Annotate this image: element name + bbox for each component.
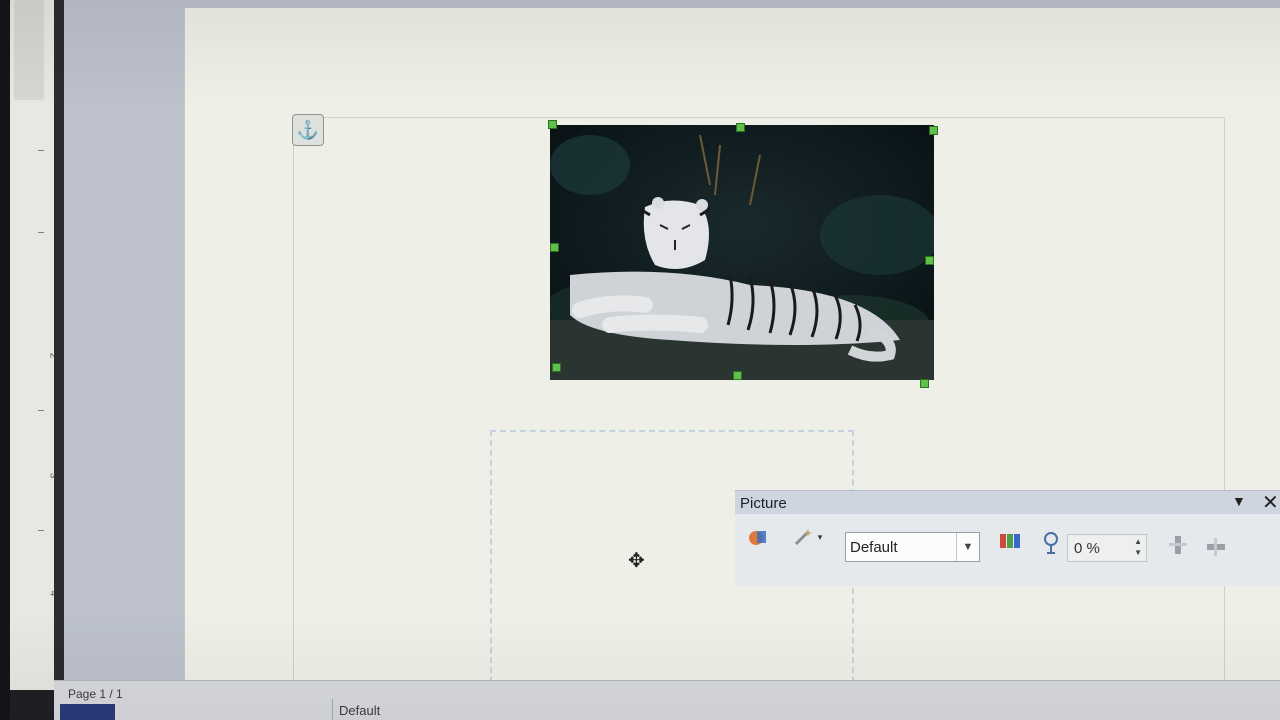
resize-handle-top-right[interactable] [929, 126, 938, 135]
transparency-icon[interactable] [1041, 530, 1061, 556]
selected-picture[interactable] [548, 120, 938, 388]
close-icon[interactable]: ✕ [1262, 490, 1279, 515]
move-cursor-icon: ✥ [628, 550, 645, 572]
flip-vertical-icon[interactable] [1165, 532, 1191, 558]
ruler-scroll-thumb[interactable] [14, 0, 44, 100]
graphics-mode-dropdown[interactable]: Default ▼ [845, 532, 980, 562]
transparency-value: 0 % [1074, 540, 1100, 557]
tiger-image [550, 125, 934, 380]
spin-down-icon[interactable]: ▼ [1134, 548, 1142, 557]
spin-up-icon[interactable]: ▲ [1134, 537, 1142, 546]
ruler-tick [38, 410, 44, 411]
resize-handle-left[interactable] [550, 243, 559, 252]
vertical-ruler: 2 3 4 [10, 0, 58, 690]
resize-handle-top-left[interactable] [548, 120, 557, 129]
taskbar-button[interactable] [60, 704, 115, 720]
resize-handle-bottom-right [920, 379, 929, 388]
ruler-tick [38, 232, 44, 233]
ruler-tick [38, 150, 44, 151]
dropdown-value: Default [850, 539, 898, 556]
toolbar-menu-icon[interactable]: ▼ [1232, 493, 1246, 509]
resize-handle-top[interactable] [736, 123, 745, 132]
chevron-down-icon[interactable]: ▼ [956, 533, 979, 561]
color-icon[interactable] [997, 528, 1023, 554]
monitor-bezel [0, 0, 10, 720]
flip-horizontal-icon[interactable] [1203, 534, 1229, 560]
resize-handle-bottom-left[interactable] [552, 363, 561, 372]
anchor-icon[interactable]: ⚓ [292, 114, 324, 146]
graphics-mode-icon[interactable]: ▾ [787, 524, 827, 550]
filter-icon[interactable] [745, 524, 771, 550]
status-divider [332, 699, 333, 720]
screen: 2 3 4 ⚓ ✥ Picture ▼ ✕ ▾ Default ▼ 0 % ▲ … [0, 0, 1280, 720]
toolbar-body: ▾ Default ▼ 0 % ▲ ▼ [735, 514, 1280, 586]
resize-handle-right[interactable] [925, 256, 934, 265]
status-bar: Page 1 / 1 Default [54, 680, 1280, 720]
page-style[interactable]: Default [339, 703, 380, 718]
toolbar-title: Picture [740, 495, 787, 512]
ruler-tick [38, 530, 44, 531]
resize-handle-bottom[interactable] [733, 371, 742, 380]
sidebar-edge [54, 0, 64, 720]
toolbar-titlebar[interactable]: Picture ▼ ✕ [735, 490, 1280, 515]
picture-toolbar: Picture ▼ ✕ ▾ Default ▼ 0 % ▲ ▼ [735, 490, 1280, 586]
page-count: Page 1 / 1 [68, 687, 123, 701]
transparency-spinbox[interactable]: 0 % ▲ ▼ [1067, 534, 1147, 562]
